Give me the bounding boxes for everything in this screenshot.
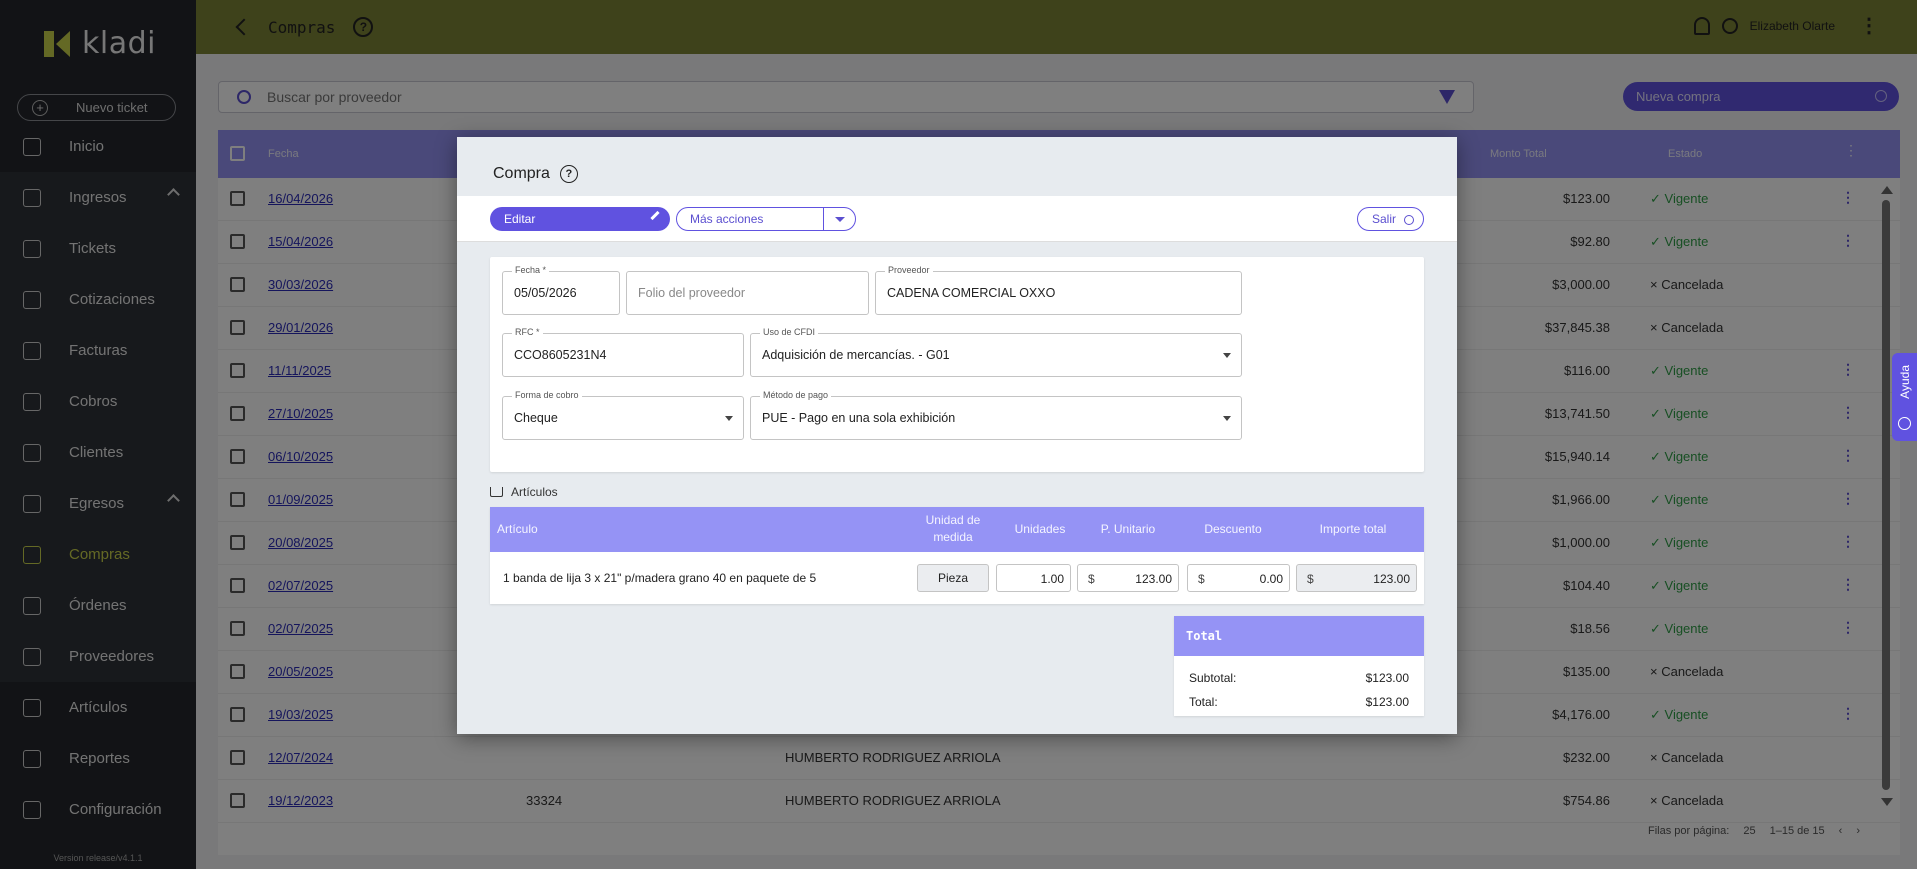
supplier-folio-placeholder: Folio del proveedor <box>638 286 746 300</box>
unit-price-value: 123.00 <box>1135 572 1172 586</box>
articles-label: Artículos <box>511 485 558 499</box>
col-unit-price: P. Unitario <box>1100 522 1156 536</box>
payment-form-value: Cheque <box>514 411 558 425</box>
subtotal-value: $123.00 <box>1365 671 1409 685</box>
discount-input[interactable]: $ 0.00 <box>1187 564 1290 592</box>
supplier-value: CADENA COMERCIAL OXXO <box>887 286 1056 300</box>
articles-header: Artículo Unidad de medida Unidades P. Un… <box>490 507 1424 552</box>
article-name: 1 banda de lija 3 x 21" p/madera grano 4… <box>503 571 817 585</box>
edit-label: Editar <box>504 212 536 226</box>
help-tab[interactable]: Ayuda <box>1892 353 1917 441</box>
discount-value: 0.00 <box>1259 572 1283 586</box>
dropdown-arrow-icon <box>1223 416 1231 421</box>
dropdown-arrow-icon <box>1223 353 1231 358</box>
subtotal-row: Subtotal: $123.00 <box>1189 671 1409 685</box>
currency-symbol: $ <box>1198 572 1205 586</box>
units-input[interactable]: 1.00 <box>996 564 1071 592</box>
line-total-field: $ 123.00 <box>1296 564 1417 592</box>
totals-card: Total Subtotal: $123.00 Total: $123.00 <box>1174 616 1424 716</box>
modal-title-text: Compra <box>493 165 550 182</box>
close-circle-icon <box>1404 215 1414 225</box>
articles-heading: Artículos <box>490 485 558 499</box>
cfdi-select[interactable]: Uso de CFDI Adquisición de mercancías. -… <box>750 327 1242 377</box>
article-row: 1 banda de lija 3 x 21" p/madera grano 4… <box>490 552 1424 604</box>
split-divider <box>823 208 824 230</box>
exit-button[interactable]: Salir <box>1357 207 1424 231</box>
help-icon[interactable]: ? <box>559 165 578 183</box>
payment-method-value: PUE - Pago en una sola exhibición <box>762 411 956 425</box>
more-actions-label: Más acciones <box>690 212 764 226</box>
cart-icon <box>490 487 503 497</box>
col-units: Unidades <box>1014 522 1066 536</box>
total-row: Total: $123.00 <box>1189 695 1409 709</box>
pencil-icon <box>650 210 660 221</box>
units-value: 1.00 <box>1040 572 1064 586</box>
help-circle-icon <box>1898 417 1911 430</box>
unit-value: Pieza <box>937 571 969 585</box>
supplier-folio-field[interactable]: Folio del proveedor <box>626 271 869 315</box>
payment-form-label: Forma de cobro <box>512 390 582 400</box>
more-actions-button[interactable]: Más acciones <box>676 207 856 231</box>
exit-label: Salir <box>1372 212 1397 226</box>
line-total-value: 123.00 <box>1373 572 1410 586</box>
total-label: Total: <box>1189 695 1218 709</box>
date-field[interactable]: Fecha * 05/05/2026 <box>502 265 620 315</box>
cfdi-value: Adquisición de mercancías. - G01 <box>762 348 950 362</box>
payment-method-label: Método de pago <box>760 390 832 400</box>
date-label: Fecha * <box>512 265 550 275</box>
currency-symbol: $ <box>1307 572 1314 586</box>
payment-method-select[interactable]: Método de pago PUE - Pago en una sola ex… <box>750 390 1242 440</box>
col-discount: Descuento <box>1204 522 1262 536</box>
caret-down-icon[interactable] <box>835 217 845 222</box>
totals-header: Total <box>1174 616 1424 656</box>
unit-select[interactable]: Pieza <box>917 564 989 592</box>
supplier-label: Proveedor <box>885 265 933 275</box>
subtotal-label: Subtotal: <box>1189 671 1237 685</box>
articles-table: Artículo Unidad de medida Unidades P. Un… <box>490 507 1424 604</box>
col-total: Importe total <box>1319 522 1387 536</box>
col-unit: Unidad de medida <box>925 513 981 544</box>
payment-form-select[interactable]: Forma de cobro Cheque <box>502 390 744 440</box>
help-tab-label: Ayuda <box>1898 365 1912 399</box>
purchase-modal: Compra ? Editar Más acciones Salir Fecha… <box>457 137 1457 734</box>
modal-toolbar: Editar Más acciones Salir <box>457 196 1457 242</box>
unit-price-input[interactable]: $ 123.00 <box>1077 564 1179 592</box>
rfc-value: CCO8605231N4 <box>514 348 607 362</box>
rfc-label: RFC * <box>512 327 543 337</box>
cfdi-label: Uso de CFDI <box>760 327 819 337</box>
edit-button[interactable]: Editar <box>490 207 670 231</box>
total-value: $123.00 <box>1365 695 1409 709</box>
modal-title: Compra ? <box>493 165 578 183</box>
purchase-form: Fecha * 05/05/2026 Folio del proveedor P… <box>490 257 1424 472</box>
currency-symbol: $ <box>1088 572 1095 586</box>
supplier-field[interactable]: Proveedor CADENA COMERCIAL OXXO <box>875 265 1242 315</box>
dropdown-arrow-icon <box>725 416 733 421</box>
date-value: 05/05/2026 <box>514 286 577 300</box>
rfc-field[interactable]: RFC * CCO8605231N4 <box>502 327 744 377</box>
col-article: Artículo <box>497 522 538 536</box>
